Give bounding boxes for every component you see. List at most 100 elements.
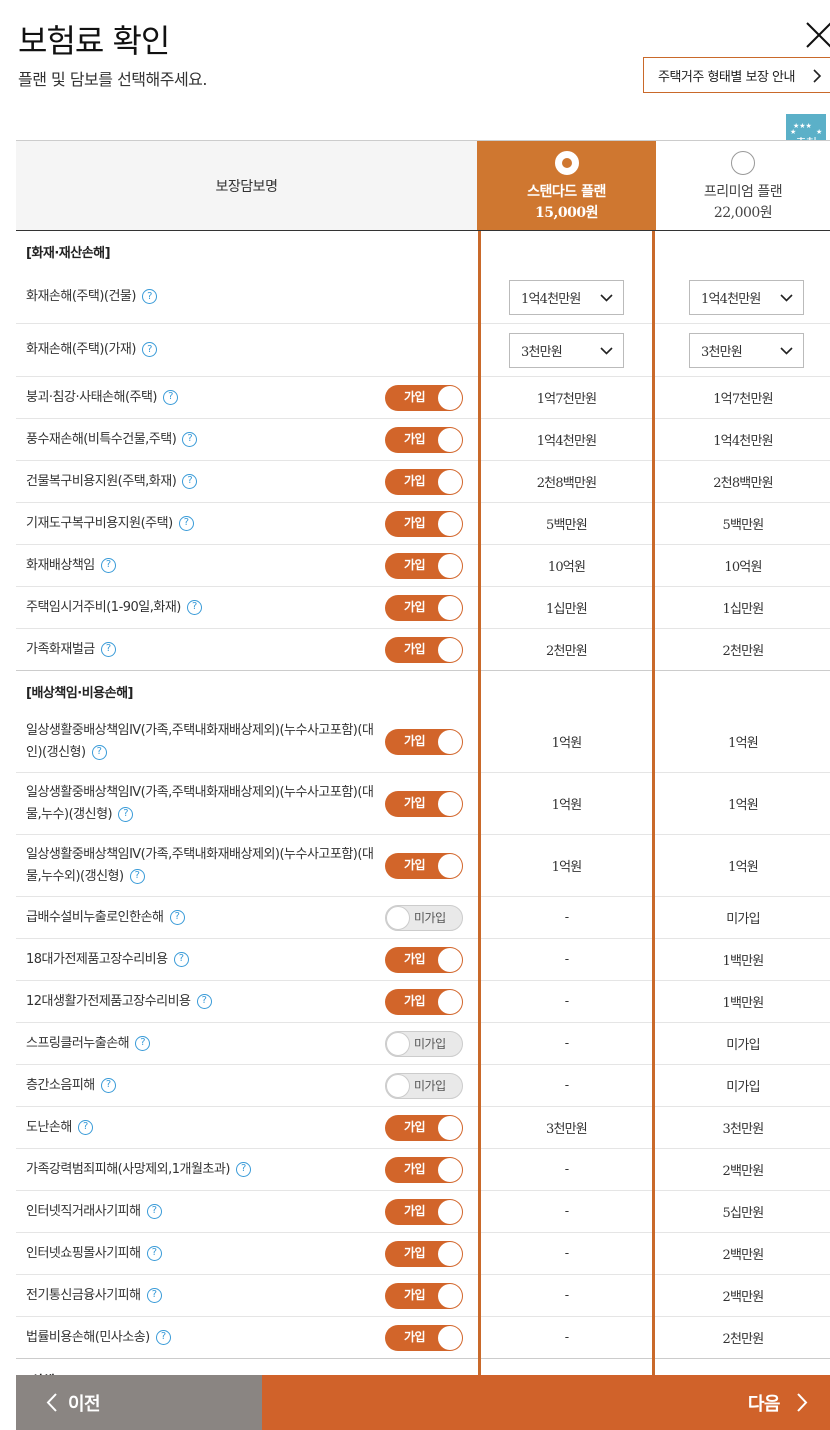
standard-amount-value: 1억4천만원 [521, 292, 581, 307]
standard-amount: 3천만원 [546, 1122, 588, 1137]
premium-amount: 미가입 [726, 1080, 760, 1095]
standard-amount: - [564, 1036, 569, 1051]
help-icon[interactable]: ? [146, 1245, 162, 1261]
coverage-toggle[interactable]: 가입 [385, 426, 463, 453]
coverage-name: 일상생활중배상책임Ⅳ(가족,주택내화재배상제외)(누수사고포함)(대물,누수)(… [26, 773, 376, 834]
close-button[interactable] [804, 20, 830, 50]
coverage-toggle[interactable]: 미가입 [385, 1030, 463, 1057]
help-icon[interactable]: ? [182, 473, 198, 489]
coverage-toggle[interactable]: 가입 [385, 1324, 463, 1351]
coverage-name: 주택임시거주비(1-90일,화재)? [26, 587, 376, 628]
premium-amount: 1억원 [728, 860, 759, 875]
help-icon[interactable]: ? [77, 1119, 93, 1135]
coverage-toggle[interactable]: 가입 [385, 594, 463, 621]
coverage-toggle[interactable]: 가입 [385, 1156, 463, 1183]
coverage-row: 18대가전제품고장수리비용? 가입 - 1백만원 [16, 939, 830, 981]
coverage-name-header: 보장담보명 [215, 178, 278, 195]
help-icon[interactable]: ? [135, 1035, 151, 1051]
premium-amount: 1억4천만원 [713, 434, 773, 449]
standard-amount: - [564, 1078, 569, 1093]
help-icon[interactable]: ? [91, 744, 107, 760]
standard-amount: 2천8백만원 [536, 476, 597, 491]
plan-standard-radio[interactable] [554, 151, 579, 175]
toggle-label: 가입 [404, 1245, 426, 1260]
plan-premium-option[interactable]: 프리미엄 플랜 22,000원 [656, 141, 830, 230]
help-icon[interactable]: ? [196, 993, 212, 1009]
help-icon[interactable]: ? [163, 389, 179, 405]
coverage-name: 인터넷쇼핑몰사기피해? [26, 1233, 376, 1274]
toggle-label: 가입 [404, 733, 426, 748]
plan-premium-radio[interactable] [731, 151, 755, 175]
coverage-toggle[interactable]: 가입 [385, 636, 463, 663]
coverage-name: 기재도구복구비용지원(주택)? [26, 503, 376, 544]
help-icon[interactable]: ? [146, 1287, 162, 1303]
coverage-toggle[interactable]: 가입 [385, 988, 463, 1015]
help-icon[interactable]: ? [118, 806, 134, 822]
section-header: [화재·재산손해] [26, 245, 111, 261]
page-subtitle: 플랜 및 담보를 선택해주세요. [18, 70, 207, 89]
toggle-label: 가입 [404, 557, 426, 572]
help-icon[interactable]: ? [100, 557, 116, 573]
help-icon[interactable]: ? [141, 289, 157, 304]
standard-amount-select[interactable]: 3천만원 [509, 333, 624, 368]
coverage-name: 화재손해(주택)(건물)? [26, 271, 376, 323]
plan-premium-name: 프리미엄 플랜 [703, 184, 783, 200]
help-icon[interactable]: ? [129, 868, 145, 884]
housing-type-guide-button[interactable]: 주택거주 형태별 보장 안내 [643, 57, 830, 93]
help-icon[interactable]: ? [235, 1161, 251, 1177]
help-icon[interactable]: ? [100, 1077, 116, 1093]
premium-amount-value: 3천만원 [701, 345, 743, 360]
coverage-name-text: 스프링클러누출손해 [26, 1035, 130, 1051]
table-header: 보장담보명 스탠다드 플랜 15,000원 프리미엄 플랜 22,000원 [16, 140, 830, 231]
toggle-knob [438, 1325, 462, 1350]
standard-amount-select[interactable]: 1억4천만원 [509, 280, 624, 315]
coverage-toggle[interactable]: 가입 [385, 1114, 463, 1141]
chevron-right-icon [797, 1393, 808, 1412]
toggle-label: 가입 [404, 599, 426, 614]
next-button[interactable]: 다음 [262, 1375, 830, 1430]
coverage-name-text: 급배수설비누출로인한손해 [26, 909, 164, 925]
premium-amount: 2천만원 [722, 644, 765, 659]
prev-button[interactable]: 이전 [16, 1375, 262, 1430]
coverage-toggle[interactable]: 가입 [385, 852, 463, 879]
coverage-toggle[interactable]: 가입 [385, 1240, 463, 1267]
help-icon[interactable]: ? [100, 641, 116, 657]
coverage-toggle[interactable]: 가입 [385, 552, 463, 579]
coverage-toggle[interactable]: 미가입 [385, 904, 463, 931]
help-icon[interactable]: ? [155, 1329, 171, 1345]
premium-amount: 미가입 [726, 1038, 760, 1053]
toggle-label: 가입 [404, 473, 426, 488]
help-icon[interactable]: ? [169, 909, 185, 925]
help-icon[interactable]: ? [178, 515, 194, 531]
premium-amount-select[interactable]: 1억4천만원 [689, 280, 804, 315]
help-icon[interactable]: ? [182, 431, 198, 447]
help-icon[interactable]: ? [141, 342, 157, 357]
help-icon[interactable]: ? [146, 1203, 162, 1219]
toggle-knob [438, 947, 462, 972]
toggle-label: 가입 [404, 1287, 426, 1302]
coverage-toggle[interactable]: 가입 [385, 468, 463, 495]
standard-amount: 2천만원 [546, 644, 588, 659]
help-icon[interactable]: ? [186, 599, 202, 615]
standard-amount: 1억4천만원 [536, 434, 597, 449]
toggle-label: 가입 [404, 857, 426, 872]
premium-amount: 1백만원 [722, 954, 765, 969]
help-icon[interactable]: ? [173, 951, 189, 967]
coverage-name-text: 풍수재손해(비특수건물,주택) [26, 431, 177, 447]
coverage-name-text: 붕괴·침강·사태손해(주택) [26, 389, 158, 405]
coverage-toggle[interactable]: 가입 [385, 1198, 463, 1225]
coverage-toggle[interactable]: 가입 [385, 510, 463, 537]
premium-amount-select[interactable]: 3천만원 [689, 333, 804, 368]
coverage-name: 급배수설비누출로인한손해? [26, 897, 376, 938]
coverage-toggle[interactable]: 가입 [385, 946, 463, 973]
coverage-name-text: 기재도구복구비용지원(주택) [26, 515, 173, 531]
coverage-toggle[interactable]: 가입 [385, 790, 463, 817]
prev-button-label: 이전 [68, 1393, 101, 1415]
coverage-toggle[interactable]: 가입 [385, 384, 463, 411]
standard-amount: - [564, 1246, 569, 1261]
coverage-toggle[interactable]: 가입 [385, 1282, 463, 1309]
premium-amount: 미가입 [726, 912, 760, 927]
coverage-toggle[interactable]: 가입 [385, 728, 463, 755]
plan-standard-option[interactable]: 스탠다드 플랜 15,000원 [477, 141, 656, 230]
coverage-toggle[interactable]: 미가입 [385, 1072, 463, 1099]
